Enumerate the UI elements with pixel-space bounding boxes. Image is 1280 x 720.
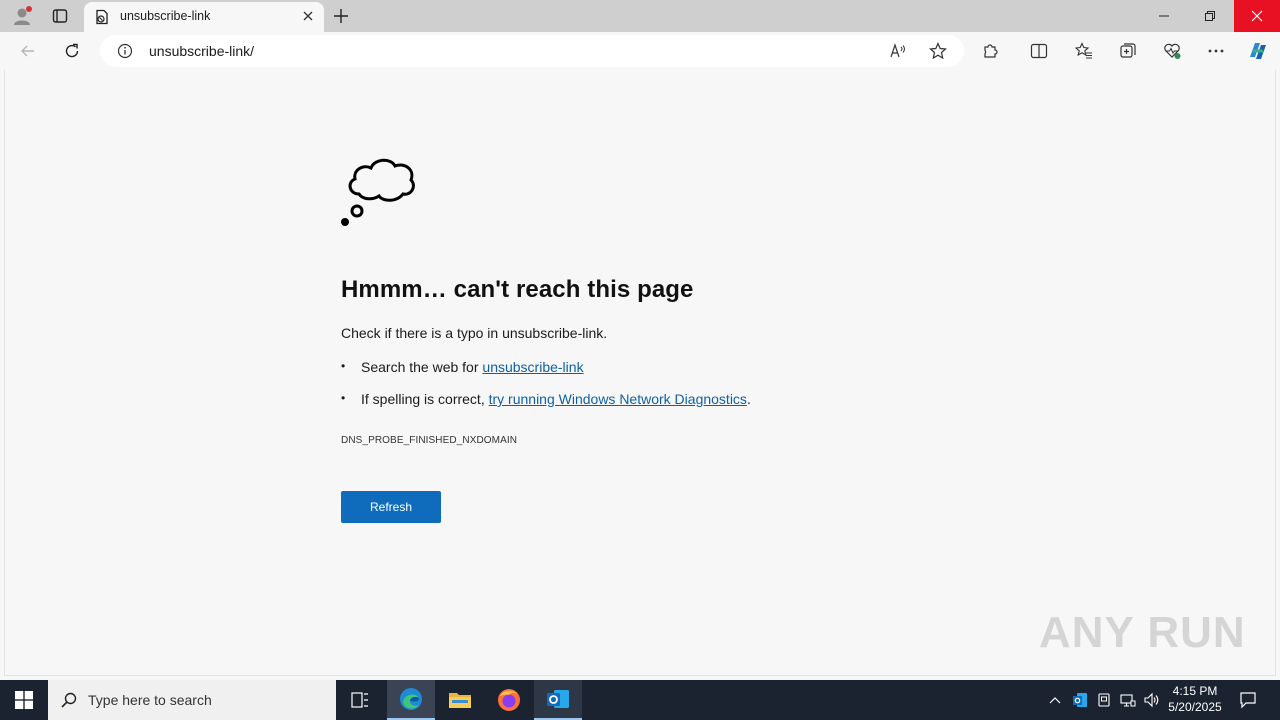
list-item: Search the web for unsubscribe-link: [341, 359, 751, 391]
browser-essentials-button[interactable]: [1155, 35, 1189, 67]
taskbar-firefox[interactable]: [485, 680, 533, 720]
restore-icon: [1205, 11, 1215, 21]
notification-icon: [1240, 692, 1256, 709]
restore-button[interactable]: [1187, 0, 1233, 32]
collections-button[interactable]: [1111, 35, 1145, 67]
network-diagnostics-link[interactable]: try running Windows Network Diagnostics: [489, 391, 747, 407]
read-aloud-icon: [890, 43, 905, 58]
taskbar-outlook[interactable]: [534, 680, 582, 720]
clock-date: 5/20/2025: [1168, 700, 1222, 714]
extensions-button[interactable]: [974, 35, 1008, 67]
info-icon[interactable]: [117, 43, 133, 59]
search-placeholder: Type here to search: [88, 692, 212, 708]
minimize-button[interactable]: [1141, 0, 1187, 32]
puzzle-icon: [984, 44, 998, 58]
read-aloud-button[interactable]: [886, 41, 910, 61]
device-icon: [1098, 693, 1110, 707]
heart-pulse-icon: [1164, 43, 1181, 59]
edge-icon: [400, 688, 422, 710]
taskbar-search[interactable]: Type here to search: [48, 680, 336, 720]
tab-strip: unsubscribe-link: [0, 0, 1280, 32]
tray-volume[interactable]: [1141, 680, 1163, 720]
reload-icon: [65, 43, 79, 58]
navigation-bar: unsubscribe-link/: [0, 32, 1280, 70]
window-close-button[interactable]: [1234, 0, 1280, 32]
url-text[interactable]: unsubscribe-link/: [149, 43, 254, 59]
reload-button[interactable]: [55, 35, 89, 67]
thought-cloud-icon: [341, 158, 415, 226]
favorites-icon: [1075, 42, 1092, 59]
watermark: ANY RUN: [1039, 608, 1246, 657]
refresh-button[interactable]: Refresh: [341, 491, 441, 523]
folder-icon: [449, 693, 471, 708]
tray-network[interactable]: [1117, 680, 1139, 720]
new-tab-button[interactable]: [322, 0, 360, 32]
more-dots-icon: [1208, 49, 1224, 53]
speaker-icon: [1144, 692, 1159, 708]
back-button[interactable]: [11, 35, 45, 67]
tab-close-button[interactable]: [300, 8, 316, 24]
task-view-button[interactable]: [336, 680, 384, 720]
page-content: Hmmm… can't reach this page Check if the…: [4, 70, 1276, 676]
add-favorite-button[interactable]: [926, 41, 950, 61]
start-button[interactable]: [0, 680, 48, 720]
minimize-icon: [1159, 15, 1169, 17]
taskbar: Type here to search 4:15 PM 5/20/2025: [0, 680, 1280, 720]
plus-icon: [334, 9, 348, 23]
tray-device[interactable]: [1093, 680, 1115, 720]
system-clock[interactable]: 4:15 PM 5/20/2025: [1164, 683, 1226, 717]
suggestion-suffix: .: [746, 391, 751, 407]
tab-actions-icon: [52, 9, 68, 23]
show-hidden-icons[interactable]: [1044, 680, 1066, 720]
address-bar[interactable]: unsubscribe-link/: [100, 35, 964, 67]
error-code: DNS_PROBE_FINISHED_NXDOMAIN: [341, 435, 518, 446]
split-screen-icon: [1030, 43, 1048, 59]
page-title: Hmmm… can't reach this page: [341, 276, 694, 303]
favorites-button[interactable]: [1067, 35, 1101, 67]
close-icon: [303, 11, 313, 21]
outlook-tray-icon: [1073, 693, 1087, 707]
tab-title: unsubscribe-link: [120, 9, 211, 23]
copilot-button[interactable]: [1241, 35, 1275, 67]
suggestion-text: If spelling is correct,: [361, 391, 489, 407]
profile-icon: [14, 6, 32, 25]
typo-hint: Check if there is a typo in unsubscribe-…: [341, 325, 608, 341]
page-error-icon: [96, 9, 108, 25]
windows-logo-icon: [15, 691, 33, 709]
arrow-left-icon: [21, 45, 34, 57]
copilot-icon: [1250, 43, 1266, 59]
task-view-icon: [351, 692, 368, 708]
clock-time: 4:15 PM: [1172, 684, 1218, 698]
settings-more-button[interactable]: [1199, 35, 1233, 67]
suggestion-list: Search the web for unsubscribe-link If s…: [341, 359, 751, 423]
list-item: If spelling is correct, try running Wind…: [341, 391, 751, 423]
suggestion-text: Search the web for: [361, 359, 483, 375]
firefox-icon: [498, 689, 520, 711]
network-icon: [1120, 694, 1136, 707]
collections-icon: [1120, 43, 1136, 58]
taskbar-file-explorer[interactable]: [436, 680, 484, 720]
chevron-up-icon: [1049, 697, 1061, 704]
search-web-link[interactable]: unsubscribe-link: [482, 359, 583, 375]
taskbar-edge[interactable]: [387, 680, 435, 720]
star-icon: [929, 42, 947, 60]
search-icon: [61, 692, 77, 708]
profile-button[interactable]: [4, 0, 42, 32]
split-screen-button[interactable]: [1022, 35, 1056, 67]
active-tab[interactable]: unsubscribe-link: [84, 2, 324, 32]
tab-actions-button[interactable]: [41, 0, 79, 32]
close-icon: [1251, 10, 1263, 22]
outlook-icon: [547, 690, 569, 708]
notification-center-button[interactable]: [1234, 680, 1262, 720]
tray-outlook[interactable]: [1069, 680, 1091, 720]
